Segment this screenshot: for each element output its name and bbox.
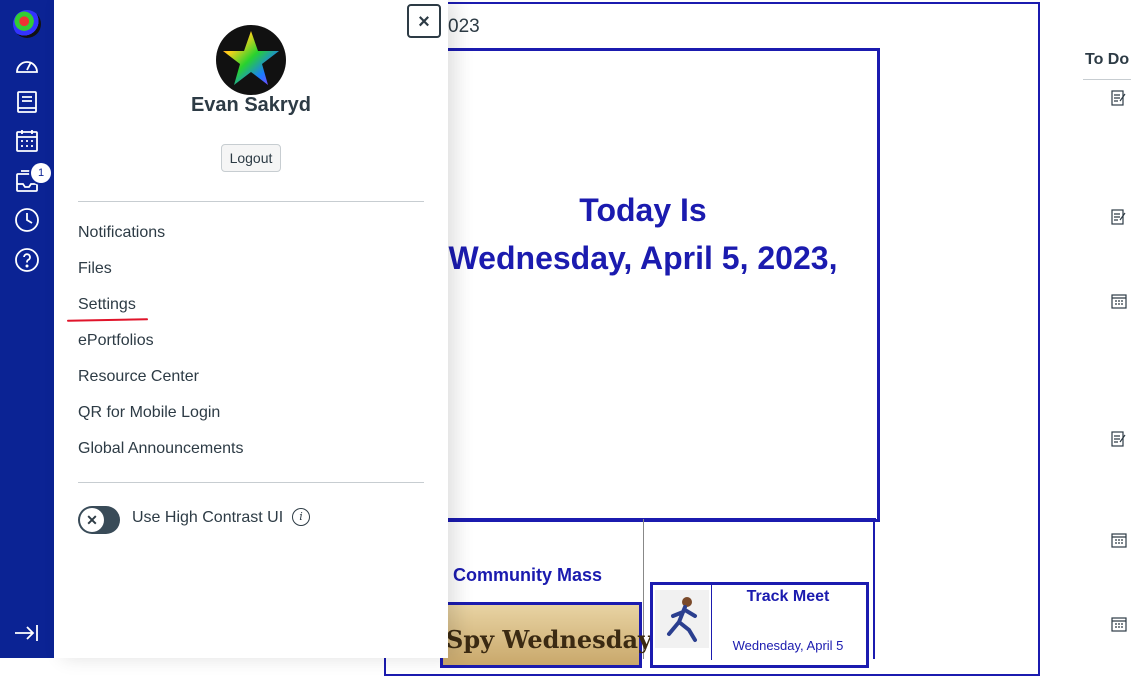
today-heading: Today Is (579, 192, 707, 228)
history-icon[interactable] (14, 207, 40, 233)
runner-image (655, 590, 709, 648)
menu-item-qr-login[interactable]: QR for Mobile Login (78, 404, 220, 422)
track-meet-title: Track Meet (746, 588, 830, 605)
user-name: Evan Sakryd (190, 94, 312, 116)
star-avatar-icon (223, 31, 279, 85)
help-icon[interactable] (14, 247, 40, 273)
divider (1083, 79, 1131, 80)
global-nav: 1 (0, 0, 54, 658)
inbox-unread-badge: 1 (31, 163, 51, 183)
menu-item-global-announcements[interactable]: Global Announcements (78, 440, 243, 458)
assignment-icon[interactable] (1111, 209, 1127, 225)
info-icon[interactable]: i (292, 508, 310, 526)
calendar-event-icon[interactable] (1111, 293, 1127, 309)
spy-wednesday-text: Spy Wednesday (446, 625, 652, 654)
menu-item-resource-center[interactable]: Resource Center (78, 368, 199, 386)
calendar-icon[interactable] (14, 128, 40, 154)
today-panel (412, 48, 880, 522)
menu-item-files[interactable]: Files (78, 260, 112, 278)
logout-button[interactable]: Logout (221, 144, 281, 172)
divider (873, 519, 875, 659)
calendar-event-icon[interactable] (1111, 616, 1127, 632)
assignment-icon[interactable] (1111, 431, 1127, 447)
today-date: Wednesday, April 5, 2023, (448, 240, 838, 276)
divider (412, 518, 876, 521)
track-meet-date: Wednesday, April 5 (732, 638, 844, 653)
todo-heading: To Do (1085, 51, 1130, 68)
collapse-nav-icon[interactable] (14, 620, 40, 646)
courses-icon[interactable] (14, 89, 40, 115)
toggle-off-icon: ✕ (80, 508, 104, 532)
event-title-community-mass[interactable]: Community Mass (440, 565, 615, 586)
menu-item-settings[interactable]: Settings (78, 296, 136, 314)
dashboard-icon[interactable] (14, 52, 40, 78)
divider (78, 482, 424, 483)
high-contrast-label: Use High Contrast UI (132, 509, 284, 526)
menu-item-eportfolios[interactable]: ePortfolios (78, 332, 154, 350)
page-heading-fragment: 023 (448, 16, 480, 37)
institution-logo[interactable] (13, 10, 41, 38)
menu-item-notifications[interactable]: Notifications (78, 224, 165, 242)
assignment-icon[interactable] (1111, 90, 1127, 106)
avatar[interactable] (216, 25, 286, 95)
divider (78, 201, 424, 202)
calendar-event-icon[interactable] (1111, 532, 1127, 548)
close-tray-button[interactable]: × (407, 4, 441, 38)
